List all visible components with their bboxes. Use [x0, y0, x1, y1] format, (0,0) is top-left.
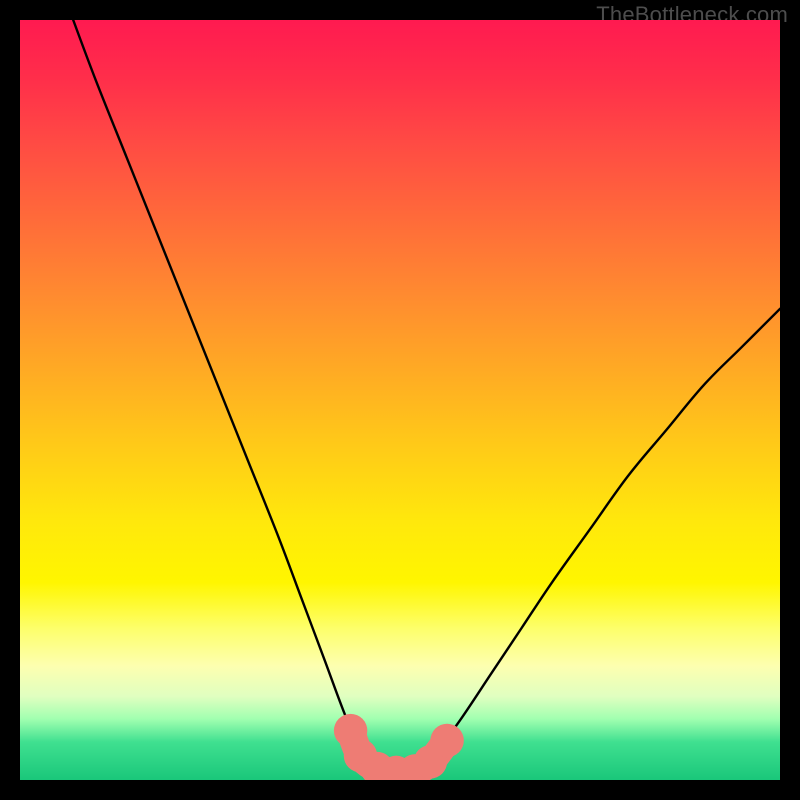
- marker-group: [334, 714, 464, 780]
- chart-plot-area: [20, 20, 780, 780]
- bottleneck-curve: [73, 20, 780, 773]
- chart-svg: [20, 20, 780, 780]
- chart-frame: TheBottleneck.com: [0, 0, 800, 800]
- curve-marker: [430, 724, 463, 757]
